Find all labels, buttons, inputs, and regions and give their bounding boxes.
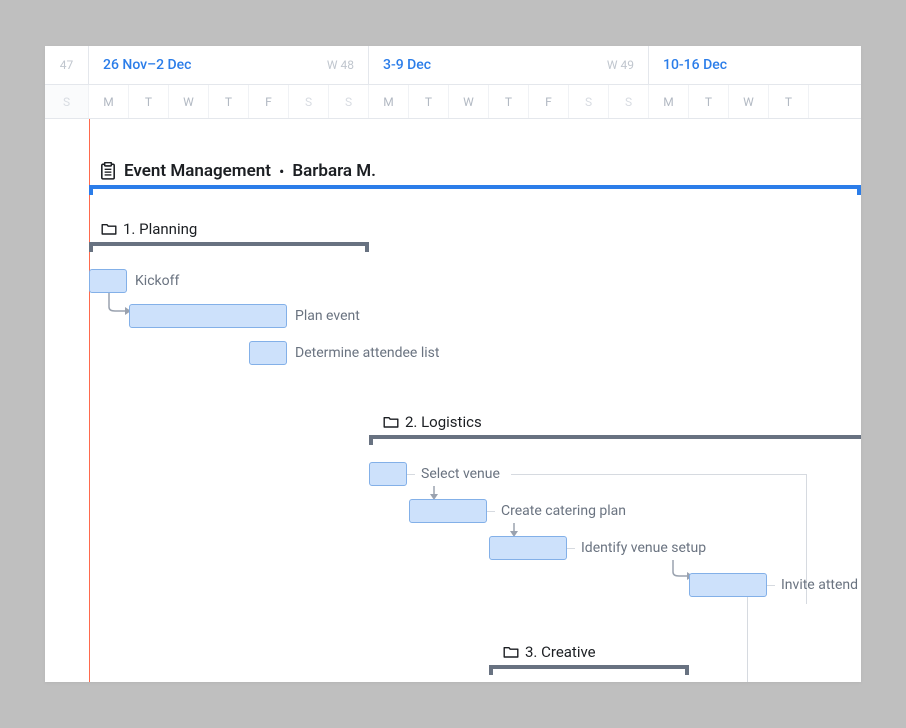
task-label: Determine attendee list [287, 341, 447, 365]
clipboard-icon [100, 162, 116, 180]
dependency-arrow [107, 293, 131, 323]
today-indicator [89, 119, 90, 682]
project-owner: Barbara M. [292, 161, 376, 181]
task-bar-kickoff[interactable] [89, 269, 127, 293]
day-row: S M T W T F S S M T W T F S S M T W T [45, 84, 861, 118]
task-label: Identify venue setup [573, 536, 714, 560]
task-dash [511, 474, 806, 475]
folder-icon [383, 415, 399, 429]
day-cell[interactable]: S [609, 85, 649, 118]
day-cell[interactable]: T [129, 85, 169, 118]
task-bar-invite[interactable] [689, 573, 767, 597]
day-cell[interactable]: S [45, 85, 89, 118]
prev-week-cell[interactable]: 47 [45, 46, 89, 84]
week-cell[interactable]: 3-9 Dec W 49 [369, 46, 649, 84]
day-cell[interactable]: T [769, 85, 809, 118]
day-cell[interactable]: W [449, 85, 489, 118]
folder-icon [101, 222, 117, 236]
group-span-bracket [89, 242, 369, 252]
project-header[interactable]: Event Management • Barbara M. [100, 161, 376, 181]
group-header-logistics[interactable]: 2. Logistics [383, 413, 482, 431]
task-bar-catering[interactable] [409, 499, 487, 523]
week-cell[interactable]: 10-16 Dec [649, 46, 861, 84]
task-label: Invite attend [773, 573, 861, 597]
day-cell[interactable]: T [209, 85, 249, 118]
group-header-planning[interactable]: 1. Planning [101, 220, 197, 238]
day-cell[interactable]: W [729, 85, 769, 118]
task-dash [747, 597, 748, 682]
week-range: 3-9 Dec [383, 57, 431, 73]
day-cell[interactable]: S [289, 85, 329, 118]
day-cell[interactable]: F [249, 85, 289, 118]
week-range: 26 Nov–2 Dec [103, 57, 191, 73]
task-bar-plan-event[interactable] [129, 304, 287, 328]
day-cell[interactable]: M [649, 85, 689, 118]
week-number: 47 [60, 58, 74, 72]
day-cell[interactable]: S [329, 85, 369, 118]
day-cell[interactable]: T [409, 85, 449, 118]
week-cell[interactable]: 26 Nov–2 Dec W 48 [89, 46, 369, 84]
day-cell[interactable]: T [489, 85, 529, 118]
day-cell[interactable]: T [689, 85, 729, 118]
group-header-creative[interactable]: 3. Creative [503, 643, 596, 661]
week-number: W 48 [327, 58, 354, 72]
group-span-bracket [489, 665, 689, 675]
day-cell[interactable]: M [89, 85, 129, 118]
timeline-header: 47 26 Nov–2 Dec W 48 3-9 Dec W 49 10-16 … [45, 46, 861, 119]
gantt-window: 47 26 Nov–2 Dec W 48 3-9 Dec W 49 10-16 … [45, 46, 861, 682]
group-span-bracket [369, 435, 861, 445]
group-label: 2. Logistics [405, 413, 482, 431]
task-label: Kickoff [127, 269, 187, 293]
separator-dot: • [279, 162, 284, 181]
folder-icon [503, 645, 519, 659]
week-range: 10-16 Dec [663, 57, 727, 73]
task-bar-select-venue[interactable] [369, 462, 407, 486]
group-label: 1. Planning [123, 220, 197, 238]
week-row: 47 26 Nov–2 Dec W 48 3-9 Dec W 49 10-16 … [45, 46, 861, 84]
task-label: Create catering plan [493, 499, 634, 523]
week-number: W 49 [607, 58, 634, 72]
task-bar-venue-setup[interactable] [489, 536, 567, 560]
day-cell[interactable]: F [529, 85, 569, 118]
day-cell[interactable]: S [569, 85, 609, 118]
project-span-bracket [89, 185, 861, 195]
task-label: Select venue [413, 462, 508, 486]
project-title: Event Management [124, 161, 271, 181]
gantt-chart[interactable]: Event Management • Barbara M. 1. Plannin… [45, 119, 861, 682]
task-label: Plan event [287, 304, 368, 328]
task-bar-attendee-list[interactable] [249, 341, 287, 365]
day-cell[interactable]: M [369, 85, 409, 118]
day-cell[interactable]: W [169, 85, 209, 118]
group-label: 3. Creative [525, 643, 596, 661]
